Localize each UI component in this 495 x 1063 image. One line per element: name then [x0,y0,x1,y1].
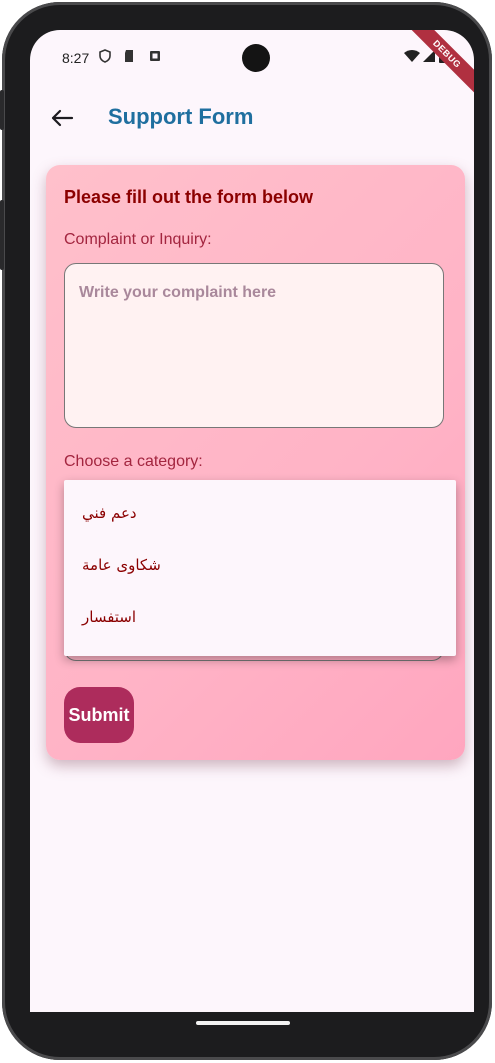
debug-banner: DEBUG [402,30,474,99]
complaint-label: Complaint or Inquiry: [64,231,212,248]
sd-card-icon [125,50,133,62]
power-button [0,90,4,130]
app-bar: Support Form [30,94,474,142]
wifi-icon [404,50,420,62]
category-label: Choose a category: [64,453,203,470]
volume-button [0,200,4,270]
menu-item-technical-support[interactable]: دعم فني [64,488,456,540]
notification-icon [150,51,160,61]
form-heading: Please fill out the form below [64,187,314,207]
menu-item-general-complaints[interactable]: شكاوى عامة [64,540,456,592]
submit-button[interactable]: Submit [64,687,134,743]
complaint-textarea[interactable]: Write your complaint here [64,263,444,428]
category-dropdown-menu: دعم فني شكاوى عامة استفسار [64,480,456,656]
menu-item-label: استفسار [82,608,137,626]
complaint-placeholder: Write your complaint here [79,284,277,301]
page-title: Support Form [108,104,254,129]
menu-item-inquiry[interactable]: استفسار [64,592,456,644]
back-arrow-icon[interactable] [46,102,78,134]
support-form-card: Please fill out the form below Complaint… [46,165,465,760]
menu-item-label: دعم فني [82,504,137,522]
home-gesture-handle[interactable] [196,1021,290,1025]
status-time: 8:27 [62,50,90,66]
status-bar: 8:27 DEBUG [30,30,474,99]
front-camera [242,44,270,72]
shield-icon [99,49,111,63]
screen: 8:27 DEBUG Support Form Please fill out … [30,30,474,1012]
navigation-bar [30,1012,474,1040]
menu-item-label: شكاوى عامة [82,556,161,574]
